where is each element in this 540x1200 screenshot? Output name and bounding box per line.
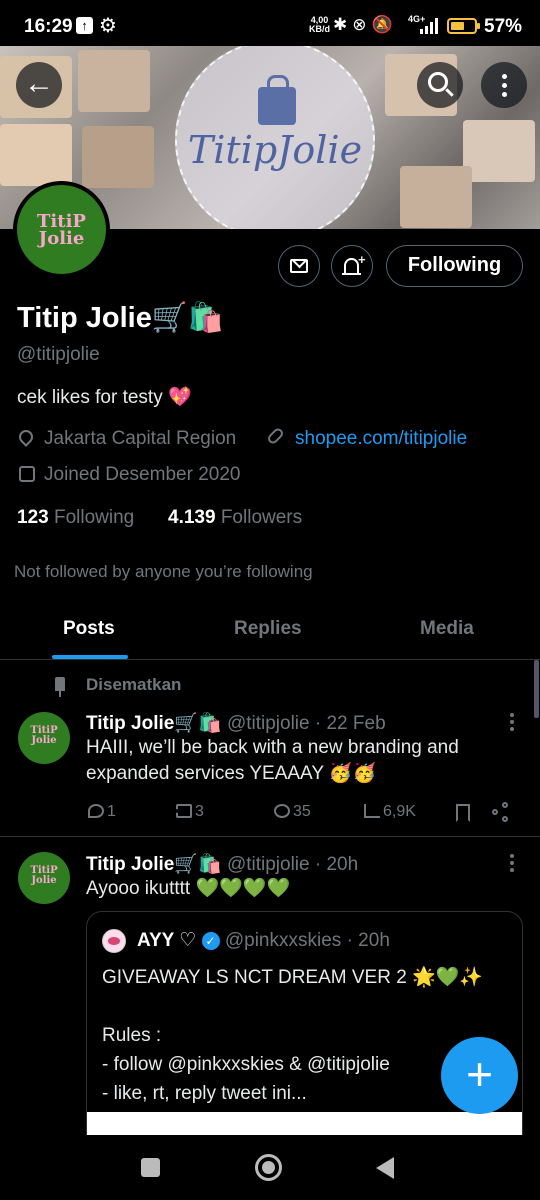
followers-count: 4.139 <box>168 507 216 528</box>
quoted-post[interactable]: AYY ♡ ✓ @pinkxxskies · 20h GIVEAWAY LS N… <box>86 911 523 1151</box>
pin-icon <box>55 677 65 697</box>
reply-icon <box>88 804 104 818</box>
post-handle: @titipjolie <box>226 713 310 734</box>
bookmark-icon[interactable] <box>456 804 470 822</box>
views-icon <box>364 804 380 818</box>
pinned-label: Disematkan <box>86 675 182 694</box>
banner-photo <box>400 166 472 228</box>
banner-logo: TitipJolie <box>175 46 375 229</box>
bell-plus-icon <box>342 258 361 275</box>
quote-avatar <box>102 929 126 953</box>
views-button[interactable]: 6,9K <box>364 803 416 821</box>
arrow-left-icon: ← <box>24 67 54 100</box>
avatar-logo: TitiP Jolie <box>30 865 58 886</box>
message-button[interactable] <box>278 245 320 287</box>
reply-count: 1 <box>107 803 116 820</box>
following-count: 123 <box>17 507 49 528</box>
post-text: HAIII, we’ll be back with a new branding… <box>86 737 459 784</box>
profile-link[interactable]: shopee.com/titipjolie <box>295 428 467 450</box>
battery-fill <box>451 22 464 30</box>
following-button[interactable]: Following <box>386 245 523 287</box>
repost-count: 3 <box>195 803 204 820</box>
tab-posts[interactable]: Posts <box>63 618 115 640</box>
avatar-logo: TitiP Jolie <box>30 725 58 746</box>
followers-count-link[interactable]: 4.139 Followers <box>168 507 302 529</box>
calendar-icon: . <box>19 466 35 482</box>
post-header[interactable]: Titip Jolie🛒🛍️ @titipjolie · 20h <box>86 852 358 876</box>
post-text: Ayooo ikutttt 💚💚💚💚 <box>86 878 291 899</box>
post-more-button[interactable] <box>510 854 514 872</box>
quote-header: AYY ♡ ✓ @pinkxxskies · 20h <box>137 929 390 952</box>
link-icon: . <box>265 426 286 446</box>
post-avatar[interactable]: TitiP Jolie <box>18 852 70 904</box>
profile-bio: cek likes for testy 💖 <box>17 387 192 408</box>
tab-media[interactable]: Media <box>420 618 474 640</box>
status-bar: 16:29 ↑ ⚙ 4,00 KB/d ✱⊗🔕 4G+ 57% <box>0 0 540 50</box>
shopping-bag-icon <box>258 75 296 125</box>
connectivity-icons: ✱⊗🔕 <box>333 15 398 34</box>
scrollbar[interactable] <box>534 660 539 718</box>
system-back-button[interactable] <box>376 1157 394 1179</box>
plus-icon: + <box>358 252 366 267</box>
signal-icon <box>420 18 440 34</box>
plus-icon: + <box>466 1048 493 1100</box>
verified-icon: ✓ <box>201 932 220 950</box>
avatar-logo: TitiP Jolie <box>37 211 86 249</box>
profile-location: Jakarta Capital Region <box>44 428 237 449</box>
reply-button[interactable]: 1 <box>88 803 116 821</box>
status-time: 16:29 <box>24 16 73 37</box>
active-tab-indicator <box>52 655 128 659</box>
battery-percent: 57% <box>484 16 523 37</box>
banner-photo <box>0 124 72 186</box>
recent-apps-button[interactable] <box>141 1158 160 1177</box>
home-button[interactable] <box>255 1154 282 1181</box>
views-count: 6,9K <box>383 803 416 820</box>
banner-photo <box>82 126 154 188</box>
post-time: · 20h <box>314 854 359 875</box>
post-author: Titip Jolie🛒🛍️ <box>86 713 222 734</box>
post-handle: @titipjolie <box>226 854 310 875</box>
compose-post-button[interactable]: + <box>441 1037 518 1114</box>
tab-replies[interactable]: Replies <box>234 618 302 640</box>
upload-notification-icon: ↑ <box>76 17 93 34</box>
like-button[interactable]: 35 <box>274 803 311 821</box>
profile-handle: @titipjolie <box>17 344 100 365</box>
banner-photo <box>78 50 150 112</box>
quote-time: · 20h <box>346 930 390 951</box>
banner-logo-text: TitipJolie <box>187 128 363 172</box>
post-avatar[interactable]: TitiP Jolie <box>18 712 70 764</box>
settings-notification-icon: ⚙ <box>99 15 117 37</box>
post-time: · 22 Feb <box>314 713 386 734</box>
joined-date: Joined Desember 2020 <box>44 464 241 485</box>
post-actions: 1 3 35 6,9K <box>0 800 540 826</box>
post-author: Titip Jolie🛒🛍️ <box>86 854 222 875</box>
quote-handle: @pinkxxskies <box>224 930 342 951</box>
like-icon <box>274 804 290 818</box>
display-name: Titip Jolie🛒🛍️ <box>17 302 225 334</box>
repost-button[interactable]: 3 <box>176 803 204 821</box>
profile-avatar[interactable]: TitiP Jolie <box>13 181 110 278</box>
repost-icon <box>176 804 192 818</box>
banner-photo <box>463 120 535 182</box>
more-options-button[interactable] <box>481 62 527 108</box>
not-followed-notice: Not followed by anyone you’re following <box>14 562 313 581</box>
followers-label: Followers <box>220 507 303 528</box>
back-button[interactable]: ← <box>16 62 62 108</box>
system-nav-bar <box>0 1135 540 1200</box>
share-icon[interactable] <box>492 802 512 822</box>
post-more-button[interactable] <box>510 713 514 731</box>
battery-icon <box>447 18 480 34</box>
following-label: Following <box>53 507 135 528</box>
following-count-link[interactable]: 123 Following <box>17 507 134 529</box>
profile-tabs: Posts Replies Media <box>0 600 540 660</box>
quote-author: AYY ♡ <box>137 930 197 951</box>
post-header[interactable]: Titip Jolie🛒🛍️ @titipjolie · 22 Feb <box>86 711 386 735</box>
post-divider <box>0 836 540 837</box>
search-button[interactable] <box>417 62 463 108</box>
like-count: 35 <box>293 803 311 820</box>
mail-icon <box>290 259 308 273</box>
notifications-button[interactable]: + <box>331 245 373 287</box>
network-speed: 4,00 KB/d <box>309 15 330 34</box>
location-icon: . <box>16 427 36 447</box>
